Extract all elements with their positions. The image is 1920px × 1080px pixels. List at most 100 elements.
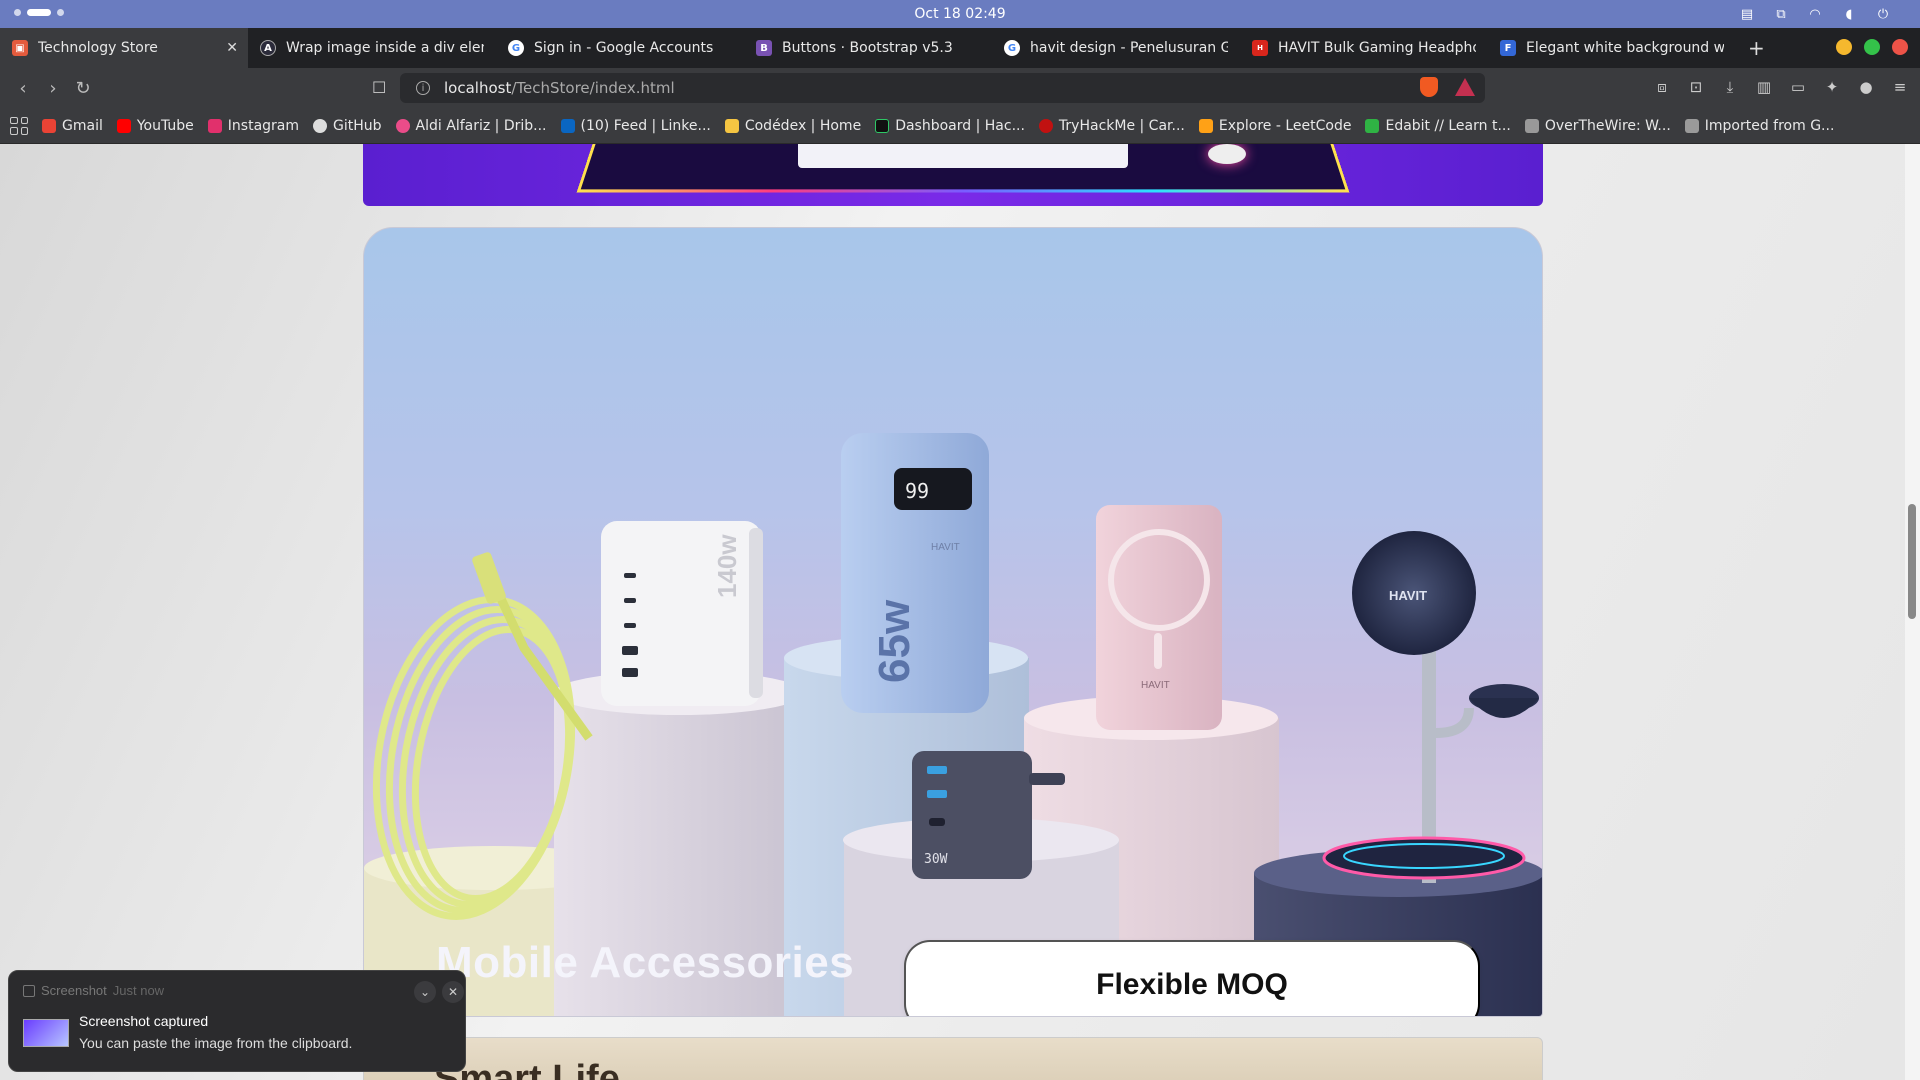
- url-host: localhost: [444, 79, 512, 97]
- charger-rating-label: 140w: [712, 534, 742, 598]
- close-tab-icon[interactable]: ✕: [226, 40, 238, 56]
- stand-brand: HAVIT: [1389, 588, 1427, 603]
- dribbble-icon: [395, 118, 410, 133]
- flexible-moq-button[interactable]: Flexible MOQ: [904, 940, 1480, 1016]
- tryhackme-icon: [1038, 118, 1053, 133]
- cable-connector: [472, 552, 506, 604]
- close-notification-icon[interactable]: ✕: [442, 981, 464, 1003]
- workspace-dot[interactable]: [14, 9, 21, 16]
- notification-body: You can paste the image from the clipboa…: [79, 1035, 353, 1051]
- document-icon: F: [1500, 40, 1516, 56]
- product-illustration: 140w 99 HAVIT 65w HAVIT 30W HAVIT: [364, 433, 1542, 1016]
- site-info-icon[interactable]: i: [416, 81, 430, 95]
- menu-icon[interactable]: ≡: [1890, 77, 1910, 97]
- browser-tab-strip: ▣ Technology Store ✕ A Wrap image inside…: [0, 28, 1920, 68]
- charger-power-label: 30W: [924, 852, 948, 867]
- workspace-dot-active[interactable]: [27, 9, 51, 16]
- tab-label: Wrap image inside a div elemen: [286, 40, 484, 56]
- wifi-icon[interactable]: ◠: [1806, 5, 1824, 23]
- bookmark-label: OverTheWire: W...: [1544, 117, 1671, 134]
- profile-avatar[interactable]: ●: [1856, 77, 1876, 97]
- reload-icon[interactable]: ↻: [68, 78, 98, 99]
- bookmark-label: Dashboard | Hac...: [895, 117, 1025, 134]
- tab-havit-search[interactable]: G havit design - Penelusuran Goog: [992, 28, 1240, 68]
- bookmark-hackerrank[interactable]: Dashboard | Hac...: [875, 118, 1025, 134]
- page-viewport: 140w 99 HAVIT 65w HAVIT 30W HAVIT Mobile…: [0, 144, 1905, 1080]
- back-arrow-icon[interactable]: ‹: [8, 78, 38, 99]
- bookmark-leetcode[interactable]: Explore - LeetCode: [1198, 117, 1352, 134]
- tab-label: Elegant white background with: [1526, 40, 1724, 56]
- tab-label: havit design - Penelusuran Goog: [1030, 40, 1228, 56]
- sidebar-icon[interactable]: ▥: [1754, 77, 1774, 97]
- bookmark-label: Instagram: [227, 117, 300, 134]
- mobile-accessories-card[interactable]: 140w 99 HAVIT 65w HAVIT 30W HAVIT Mobile…: [363, 227, 1543, 1017]
- workspace-dot[interactable]: [57, 9, 64, 16]
- expand-chevron-icon[interactable]: ⌄: [414, 981, 436, 1003]
- tab-favicon-icon: ▣: [12, 40, 28, 56]
- apps-grid-icon[interactable]: [10, 116, 28, 135]
- bookmark-tryhackme[interactable]: TryHackMe | Car...: [1038, 117, 1185, 134]
- screen-share-icon[interactable]: ⧉: [1772, 5, 1790, 23]
- screenshot-app-icon: [23, 984, 35, 997]
- hackerrank-icon: [875, 118, 890, 133]
- codedex-icon: [724, 118, 739, 133]
- system-clock[interactable]: Oct 18 02:49: [914, 6, 1005, 22]
- leo-ai-icon[interactable]: ✦: [1822, 77, 1842, 97]
- bookmark-dribbble[interactable]: Aldi Alfariz | Drib...: [395, 117, 547, 134]
- close-window-button[interactable]: [1892, 39, 1908, 55]
- tab-label: HAVIT Bulk Gaming Headphone: [1278, 40, 1476, 56]
- bookmark-label: Aldi Alfariz | Drib...: [415, 117, 547, 134]
- category-title: Mobile Accessories: [436, 938, 855, 987]
- system-tray[interactable]: ▤ ⧉ ◠ ◖ ⏻: [1738, 5, 1892, 23]
- bookmark-linkedin[interactable]: (10) Feed | Linke...: [560, 118, 711, 134]
- google-icon: G: [1004, 40, 1020, 56]
- workspace-indicator[interactable]: [14, 9, 64, 16]
- power-bank-capacity-label: 65w: [870, 599, 919, 683]
- wallet-icon[interactable]: ▭: [1788, 77, 1808, 97]
- minimize-button[interactable]: [1836, 39, 1852, 55]
- bookmark-instagram[interactable]: Instagram: [207, 117, 300, 134]
- gaming-setup-banner[interactable]: [363, 144, 1543, 206]
- clipboard-icon[interactable]: ▤: [1738, 5, 1756, 23]
- tab-label: Buttons · Bootstrap v5.3: [782, 40, 953, 56]
- gmail-icon: [42, 118, 56, 133]
- system-top-bar: Oct 18 02:49 ▤ ⧉ ◠ ◖ ⏻: [0, 0, 1920, 28]
- tab-wrap-image[interactable]: A Wrap image inside a div elemen: [248, 28, 496, 68]
- page-scrollbar[interactable]: [1905, 144, 1920, 1080]
- google-icon: G: [508, 40, 524, 56]
- bookmark-folder-imported[interactable]: Imported from G...: [1684, 118, 1834, 134]
- tab-elegant-background[interactable]: F Elegant white background with: [1488, 28, 1736, 68]
- extensions-icon[interactable]: ⧈: [1652, 77, 1672, 97]
- bookmark-label: TryHackMe | Car...: [1058, 117, 1185, 134]
- new-tab-plus-icon[interactable]: +: [1748, 36, 1765, 60]
- bookmark-label: Gmail: [62, 117, 103, 134]
- screenshot-thumbnail[interactable]: [23, 1019, 69, 1047]
- brave-shields-icon[interactable]: [1420, 77, 1438, 97]
- bookmark-label: Explore - LeetCode: [1218, 117, 1352, 134]
- bookmark-youtube[interactable]: YouTube: [116, 118, 194, 134]
- magsafe-power-bank: [1096, 505, 1222, 730]
- bookmark-page-icon[interactable]: ☐: [372, 78, 386, 97]
- bookmark-github[interactable]: GitHub: [313, 118, 382, 134]
- smart-life-card[interactable]: Smart Life: [363, 1037, 1543, 1080]
- bookmark-codedex[interactable]: Codédex | Home: [724, 118, 861, 134]
- bookmark-edabit[interactable]: Edabit // Learn t...: [1365, 118, 1511, 134]
- mouse-image: [1208, 144, 1246, 164]
- forward-arrow-icon[interactable]: ›: [38, 78, 68, 99]
- browser-toolbar: ‹ › ↻ ☐ i localhost/TechStore/index.html…: [0, 68, 1920, 108]
- screenshot-notification[interactable]: Screenshot Just now ⌄ ✕ Screenshot captu…: [8, 970, 466, 1072]
- tab-bootstrap-buttons[interactable]: B Buttons · Bootstrap v5.3: [744, 28, 992, 68]
- tab-havit-headphones[interactable]: H HAVIT Bulk Gaming Headphone: [1240, 28, 1488, 68]
- scrollbar-thumb[interactable]: [1908, 504, 1916, 619]
- bootstrap-icon: B: [756, 40, 772, 56]
- downloads-icon[interactable]: ⤓: [1720, 77, 1740, 97]
- bookmark-gmail[interactable]: Gmail: [42, 118, 103, 134]
- maximize-button[interactable]: [1864, 39, 1880, 55]
- volume-icon[interactable]: ◖: [1840, 5, 1858, 23]
- tab-google-signin[interactable]: G Sign in - Google Accounts: [496, 28, 744, 68]
- bookmark-overthewire[interactable]: OverTheWire: W...: [1524, 117, 1671, 134]
- power-icon[interactable]: ⏻: [1874, 5, 1892, 23]
- screenshot-tool-icon[interactable]: ⊡: [1686, 77, 1706, 97]
- tab-technology-store[interactable]: ▣ Technology Store ✕: [0, 28, 248, 68]
- address-bar[interactable]: i localhost/TechStore/index.html: [400, 73, 1485, 103]
